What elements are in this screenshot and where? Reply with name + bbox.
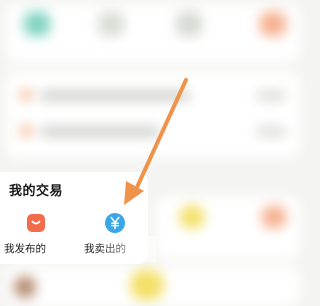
annotation-arrow	[124, 78, 188, 205]
